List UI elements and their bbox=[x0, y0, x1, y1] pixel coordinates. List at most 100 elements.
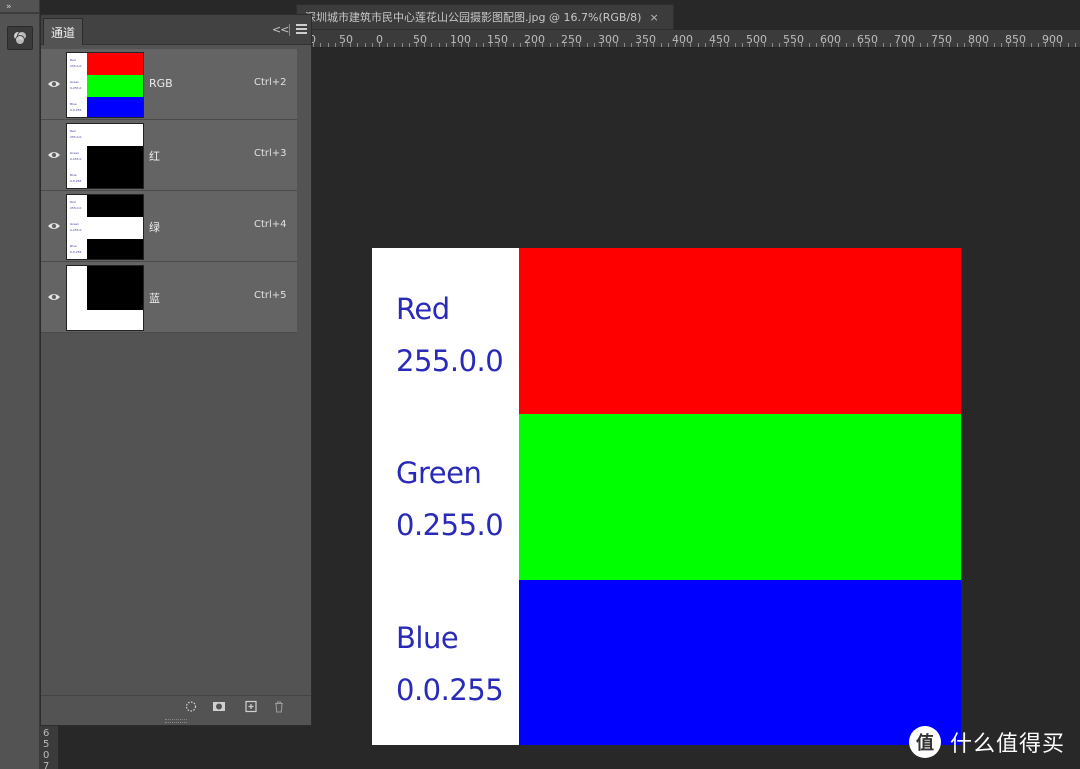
ruler-tick bbox=[749, 43, 750, 47]
channel-name: RGB bbox=[149, 77, 173, 90]
ruler-tick bbox=[638, 43, 639, 47]
tool-strip: » bbox=[0, 0, 40, 769]
ruler-tick bbox=[609, 43, 610, 47]
close-document-icon[interactable]: × bbox=[649, 11, 658, 24]
ruler-tick bbox=[431, 43, 432, 47]
ruler-tick bbox=[994, 43, 995, 47]
ruler-tick bbox=[853, 43, 854, 47]
channel-thumbnail-blue bbox=[66, 265, 144, 331]
save-selection-icon[interactable] bbox=[212, 700, 226, 713]
ruler-tick-label: 0 bbox=[43, 750, 50, 761]
new-channel-icon[interactable] bbox=[244, 700, 258, 713]
ruler-tick bbox=[409, 43, 410, 47]
ruler-tick bbox=[379, 43, 380, 47]
green-label: Green bbox=[396, 456, 482, 490]
ruler-tick-label: 7 bbox=[43, 761, 50, 769]
ruler-tick bbox=[1053, 43, 1054, 47]
ruler-tick bbox=[357, 43, 358, 47]
ruler-tick bbox=[816, 43, 817, 47]
thumb-value: 255.0.0 bbox=[70, 206, 82, 210]
expand-panels-icon[interactable]: » bbox=[6, 2, 12, 12]
ruler-tick bbox=[513, 43, 514, 47]
ruler-tick bbox=[328, 43, 329, 47]
blue-label: Blue bbox=[396, 621, 459, 655]
panel-resize-grip[interactable] bbox=[165, 719, 187, 723]
ruler-tick bbox=[498, 43, 499, 47]
channel-shortcut: Ctrl+5 bbox=[254, 290, 287, 301]
vertical-ruler[interactable]: 6507 bbox=[40, 726, 58, 769]
ruler-tick bbox=[505, 43, 506, 47]
channel-row-red[interactable]: Red 255.0.0 Green 0.255.0 Blue 0.0.255 红… bbox=[41, 120, 297, 191]
channel-name: 蓝 bbox=[149, 292, 160, 305]
ruler-tick bbox=[1001, 43, 1002, 47]
ruler-tick bbox=[320, 43, 321, 47]
ruler-tick bbox=[949, 43, 950, 47]
ruler-tick bbox=[461, 43, 462, 47]
ruler-tick bbox=[838, 43, 839, 47]
channels-panel-button[interactable] bbox=[7, 26, 33, 50]
panel-menu-icon[interactable] bbox=[296, 24, 307, 34]
ruler-tick bbox=[661, 43, 662, 47]
thumb-value: 0.0.255 bbox=[70, 179, 82, 183]
channel-row-green[interactable]: Red 255.0.0 Green 0.255.0 Blue 0.0.255 绿… bbox=[41, 191, 297, 262]
eye-icon[interactable] bbox=[47, 220, 61, 232]
ruler-tick-label: 6 bbox=[43, 728, 50, 739]
channel-row-rgb[interactable]: Red 255.0.0 Green 0.255.0 Blue 0.0.255 R… bbox=[41, 49, 297, 120]
horizontal-ruler[interactable]: 0050050100150200250300350400450500550600… bbox=[296, 30, 1080, 48]
ruler-tick bbox=[868, 43, 869, 47]
load-selection-icon[interactable] bbox=[184, 700, 198, 713]
blue-swatch bbox=[519, 580, 961, 745]
ruler-tick bbox=[883, 43, 884, 47]
channel-thumbnail-red: Red 255.0.0 Green 0.255.0 Blue 0.0.255 bbox=[66, 123, 144, 189]
thumb-value: 255.0.0 bbox=[70, 64, 82, 68]
ruler-tick bbox=[897, 43, 898, 47]
ruler-tick bbox=[624, 43, 625, 47]
document-tab[interactable]: 深圳城市建筑市民中心莲花山公园摄影图配图.jpg @ 16.7%(RGB/8) … bbox=[296, 4, 674, 30]
ruler-tick bbox=[542, 43, 543, 47]
ruler-tick bbox=[387, 43, 388, 47]
ruler-tick bbox=[772, 43, 773, 47]
ruler-tick bbox=[979, 43, 980, 47]
thumb-value: 255.0.0 bbox=[70, 135, 82, 139]
ruler-tick bbox=[313, 43, 314, 47]
thumb-label: Blue bbox=[70, 102, 77, 106]
thumb-value: 0.255.0 bbox=[70, 86, 82, 90]
eye-icon[interactable] bbox=[47, 149, 61, 161]
ruler-tick bbox=[712, 43, 713, 47]
eye-icon[interactable] bbox=[47, 291, 61, 303]
thumb-value: 0.0.255 bbox=[70, 250, 82, 254]
tool-strip-divider bbox=[0, 12, 40, 14]
ruler-tick bbox=[794, 43, 795, 47]
ruler-tick bbox=[424, 43, 425, 47]
red-label: Red bbox=[396, 292, 450, 326]
ruler-tick bbox=[601, 43, 602, 47]
channel-name: 绿 bbox=[149, 221, 160, 234]
ruler-tick bbox=[394, 43, 395, 47]
ruler-tick bbox=[690, 43, 691, 47]
ruler-tick bbox=[1008, 43, 1009, 47]
thumb-value: 0.255.0 bbox=[70, 157, 82, 161]
ruler-tick bbox=[402, 43, 403, 47]
ruler-tick bbox=[809, 43, 810, 47]
channel-row-blue[interactable]: 蓝 Ctrl+5 bbox=[41, 262, 297, 333]
ruler-tick bbox=[698, 43, 699, 47]
thumb-label: Green bbox=[70, 80, 80, 84]
thumb-label: Blue bbox=[70, 244, 77, 248]
thumb-label: Blue bbox=[70, 173, 77, 177]
ruler-tick bbox=[1023, 43, 1024, 47]
ruler-tick bbox=[934, 43, 935, 47]
ruler-tick bbox=[964, 43, 965, 47]
channels-panel: 通道 << Red 255.0.0 Green 0.255.0 Blue 0.0… bbox=[40, 14, 312, 726]
delete-channel-icon[interactable] bbox=[272, 700, 286, 713]
eye-icon[interactable] bbox=[47, 78, 61, 90]
ruler-tick bbox=[527, 43, 528, 47]
ruler-tick bbox=[986, 43, 987, 47]
ruler-tick bbox=[846, 43, 847, 47]
tab-channels[interactable]: 通道 bbox=[43, 18, 83, 45]
channel-list: Red 255.0.0 Green 0.255.0 Blue 0.0.255 R… bbox=[41, 49, 297, 333]
channel-thumbnail-rgb: Red 255.0.0 Green 0.255.0 Blue 0.0.255 bbox=[66, 52, 144, 118]
collapse-panel-icon[interactable]: << bbox=[272, 23, 289, 36]
ruler-tick bbox=[631, 43, 632, 47]
ruler-tick bbox=[446, 43, 447, 47]
ruler-tick bbox=[735, 43, 736, 47]
